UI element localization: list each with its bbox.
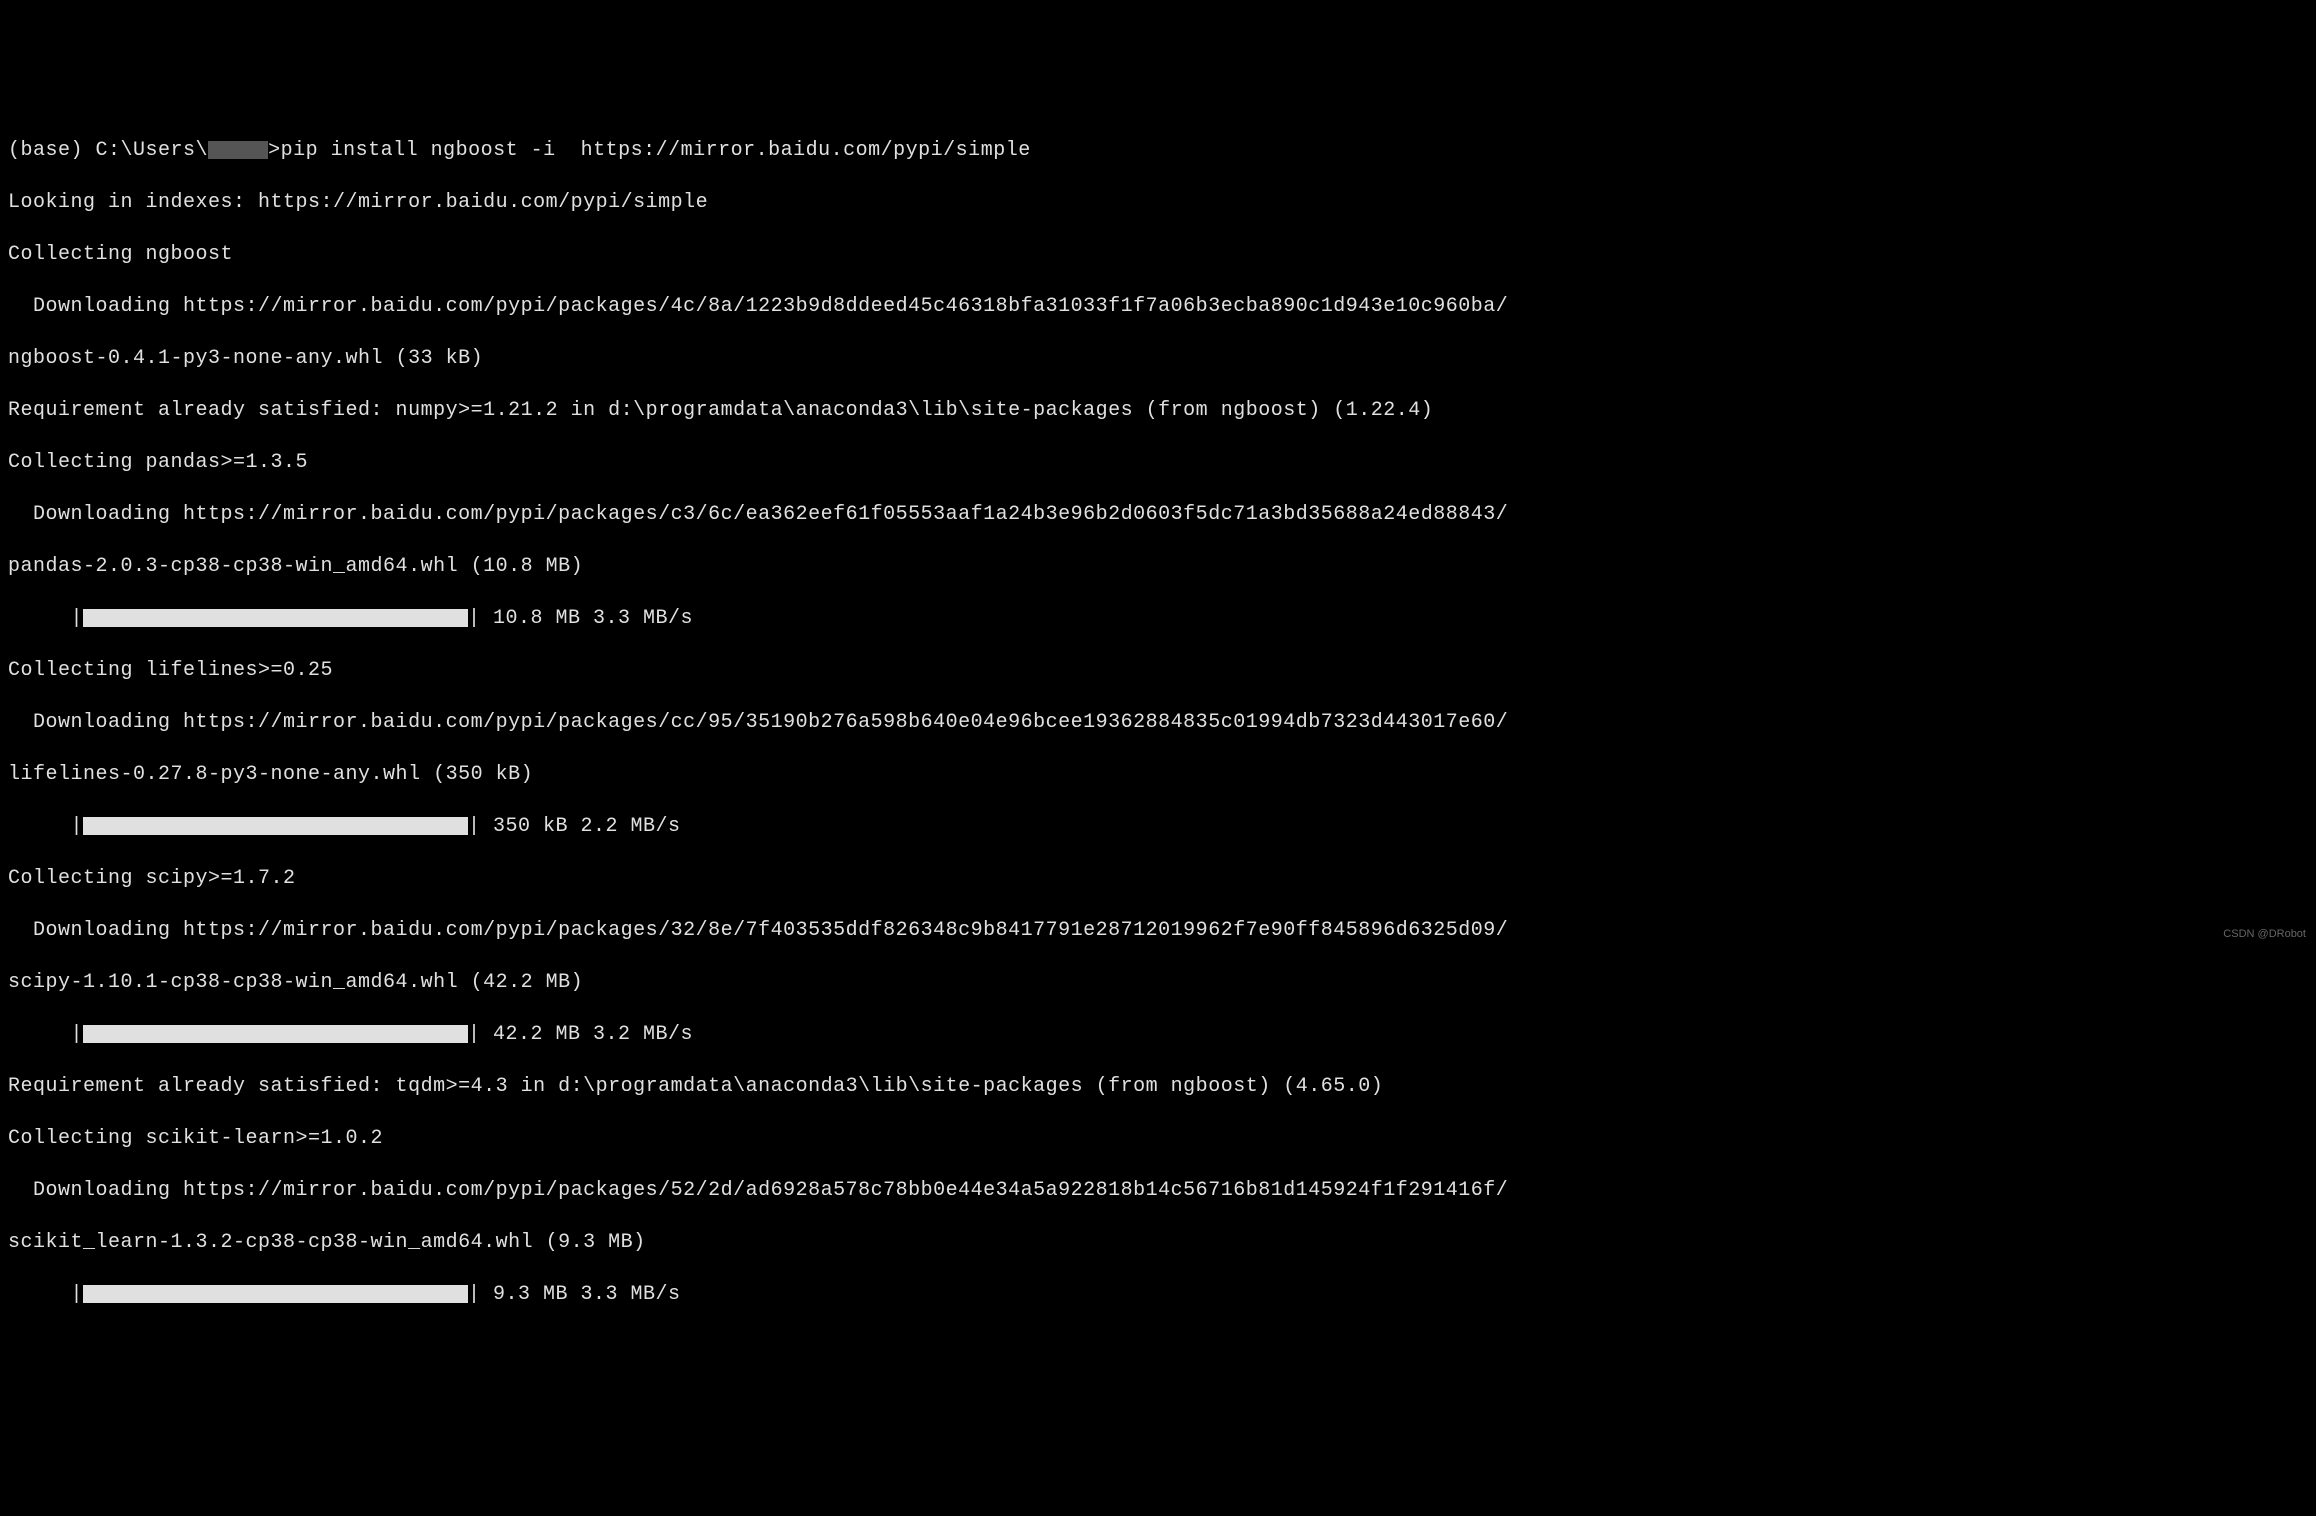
path-prefix: C:\Users\ — [96, 139, 209, 162]
redacted-username — [208, 141, 268, 159]
progress-bar — [83, 609, 468, 627]
output-line: Looking in indexes: https://mirror.baidu… — [8, 190, 2308, 216]
output-line: scipy-1.10.1-cp38-cp38-win_amd64.whl (42… — [8, 970, 2308, 996]
progress-line: | | 10.8 MB 3.3 MB/s — [8, 606, 2308, 632]
progress-bar — [83, 1285, 468, 1303]
path-suffix: > — [268, 139, 281, 162]
output-line: scikit_learn-1.3.2-cp38-cp38-win_amd64.w… — [8, 1230, 2308, 1256]
progress-prefix: | — [8, 607, 83, 630]
output-line: Downloading https://mirror.baidu.com/pyp… — [8, 918, 2308, 944]
output-line: Collecting pandas>=1.3.5 — [8, 450, 2308, 476]
output-line: Downloading https://mirror.baidu.com/pyp… — [8, 1178, 2308, 1204]
progress-line: | | 350 kB 2.2 MB/s — [8, 814, 2308, 840]
output-line: Collecting scikit-learn>=1.0.2 — [8, 1126, 2308, 1152]
output-line: Downloading https://mirror.baidu.com/pyp… — [8, 294, 2308, 320]
progress-suffix: | 350 kB 2.2 MB/s — [468, 815, 681, 838]
command-text: pip install ngboost -i https://mirror.ba… — [281, 139, 1031, 162]
output-line: Requirement already satisfied: tqdm>=4.3… — [8, 1074, 2308, 1100]
output-line: Collecting ngboost — [8, 242, 2308, 268]
progress-bar — [83, 817, 468, 835]
progress-suffix: | 9.3 MB 3.3 MB/s — [468, 1283, 681, 1306]
progress-prefix: | — [8, 1283, 83, 1306]
output-line: Collecting lifelines>=0.25 — [8, 658, 2308, 684]
output-line: Collecting scipy>=1.7.2 — [8, 866, 2308, 892]
output-line: pandas-2.0.3-cp38-cp38-win_amd64.whl (10… — [8, 554, 2308, 580]
env-prefix: (base) — [8, 139, 83, 162]
progress-suffix: | 10.8 MB 3.3 MB/s — [468, 607, 693, 630]
prompt-line: (base) C:\Users\ >pip install ngboost -i … — [8, 138, 2308, 164]
output-line: Downloading https://mirror.baidu.com/pyp… — [8, 502, 2308, 528]
terminal-output: (base) C:\Users\ >pip install ngboost -i … — [8, 112, 2308, 1334]
output-line: lifelines-0.27.8-py3-none-any.whl (350 k… — [8, 762, 2308, 788]
progress-bar — [83, 1025, 468, 1043]
progress-prefix: | — [8, 1023, 83, 1046]
progress-line: | | 42.2 MB 3.2 MB/s — [8, 1022, 2308, 1048]
output-line: ngboost-0.4.1-py3-none-any.whl (33 kB) — [8, 346, 2308, 372]
progress-suffix: | 42.2 MB 3.2 MB/s — [468, 1023, 693, 1046]
progress-prefix: | — [8, 815, 83, 838]
watermark-text: CSDN @DRobot — [2223, 927, 2306, 941]
output-line: Requirement already satisfied: numpy>=1.… — [8, 398, 2308, 424]
progress-line: | | 9.3 MB 3.3 MB/s — [8, 1282, 2308, 1308]
output-line: Downloading https://mirror.baidu.com/pyp… — [8, 710, 2308, 736]
